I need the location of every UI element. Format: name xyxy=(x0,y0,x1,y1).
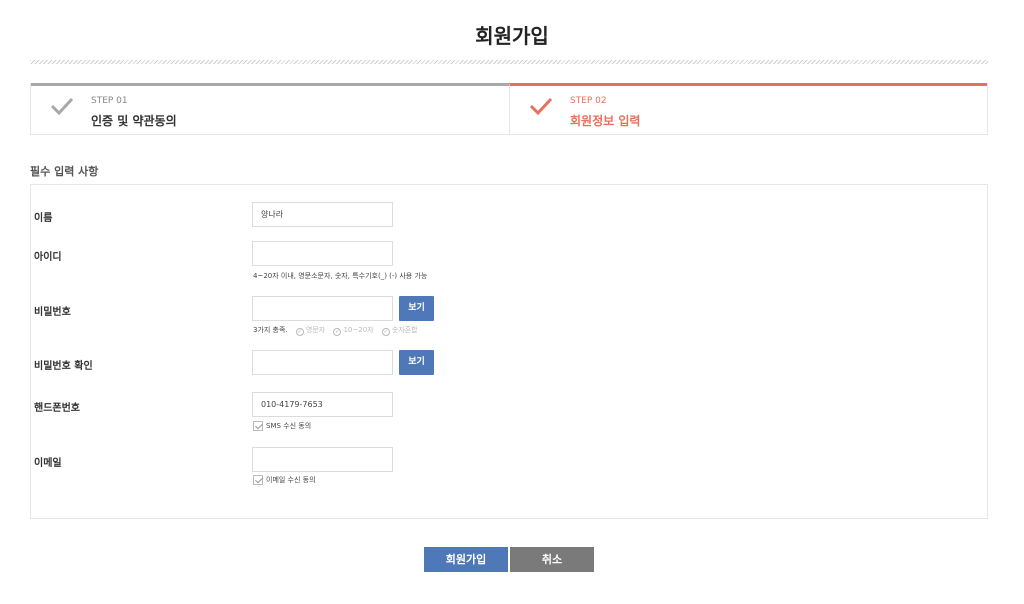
email-consent-checkbox[interactable] xyxy=(253,475,263,485)
check-circle-icon: ✓ xyxy=(381,328,390,336)
password-view-button[interactable]: 보기 xyxy=(399,296,434,321)
id-label: 아이디 xyxy=(34,252,62,263)
check-circle-icon: ✓ xyxy=(333,328,342,336)
check-icon xyxy=(529,97,553,116)
password-rule: ✓ 숫자혼합 xyxy=(381,326,418,336)
step-2: STEP 02 회원정보 입력 xyxy=(509,83,987,135)
password-input[interactable] xyxy=(252,296,393,321)
signup-form xyxy=(30,184,988,519)
password-confirm-label: 비밀번호 확인 xyxy=(34,361,93,372)
title-divider xyxy=(30,60,988,64)
step-1: STEP 01 인증 및 약관동의 xyxy=(31,83,509,135)
check-icon xyxy=(50,97,74,116)
phone-input[interactable]: 010-4179-7653 xyxy=(252,392,393,417)
name-label: 이름 xyxy=(34,213,53,224)
phone-label: 핸드폰번호 xyxy=(34,403,80,414)
id-input[interactable] xyxy=(252,241,393,266)
email-consent-label: 이메일 수신 동의 xyxy=(266,476,316,484)
password-confirm-input[interactable] xyxy=(252,350,393,375)
password-rule: ✓ 영문자 xyxy=(295,326,326,336)
name-input[interactable]: 양나라 xyxy=(252,202,393,227)
step-indicator: STEP 01 인증 및 약관동의 STEP 02 회원정보 입력 xyxy=(30,83,988,135)
password-hint-text: 3가지 충족. xyxy=(253,326,288,334)
signup-button[interactable]: 회원가입 xyxy=(424,547,508,572)
check-circle-icon: ✓ xyxy=(295,328,304,336)
sms-consent[interactable]: SMS 수신 동의 xyxy=(253,421,311,431)
id-hint: 4~20자 이내, 영문소문자, 숫자, 특수기호(_) (-) 사용 가능 xyxy=(253,272,428,280)
email-input[interactable] xyxy=(252,447,393,472)
step-1-number: STEP 01 xyxy=(91,96,128,106)
cancel-button[interactable]: 취소 xyxy=(510,547,594,572)
step-1-label: 인증 및 약관동의 xyxy=(91,114,177,128)
section-title: 필수 입력 사항 xyxy=(30,165,99,178)
password-rule: ✓ 10~20자 xyxy=(333,326,374,336)
email-consent[interactable]: 이메일 수신 동의 xyxy=(253,475,316,485)
password-hint: 3가지 충족. ✓ 영문자 ✓ 10~20자 ✓ 숫자혼합 xyxy=(253,325,418,336)
page-title: 회원가입 xyxy=(475,24,549,48)
password-confirm-view-button[interactable]: 보기 xyxy=(399,350,434,375)
email-label: 이메일 xyxy=(34,458,62,469)
step-2-label: 회원정보 입력 xyxy=(570,114,641,128)
sms-consent-label: SMS 수신 동의 xyxy=(266,422,312,430)
password-label: 비밀번호 xyxy=(34,307,71,318)
sms-consent-checkbox[interactable] xyxy=(253,421,263,431)
step-2-number: STEP 02 xyxy=(570,96,607,106)
